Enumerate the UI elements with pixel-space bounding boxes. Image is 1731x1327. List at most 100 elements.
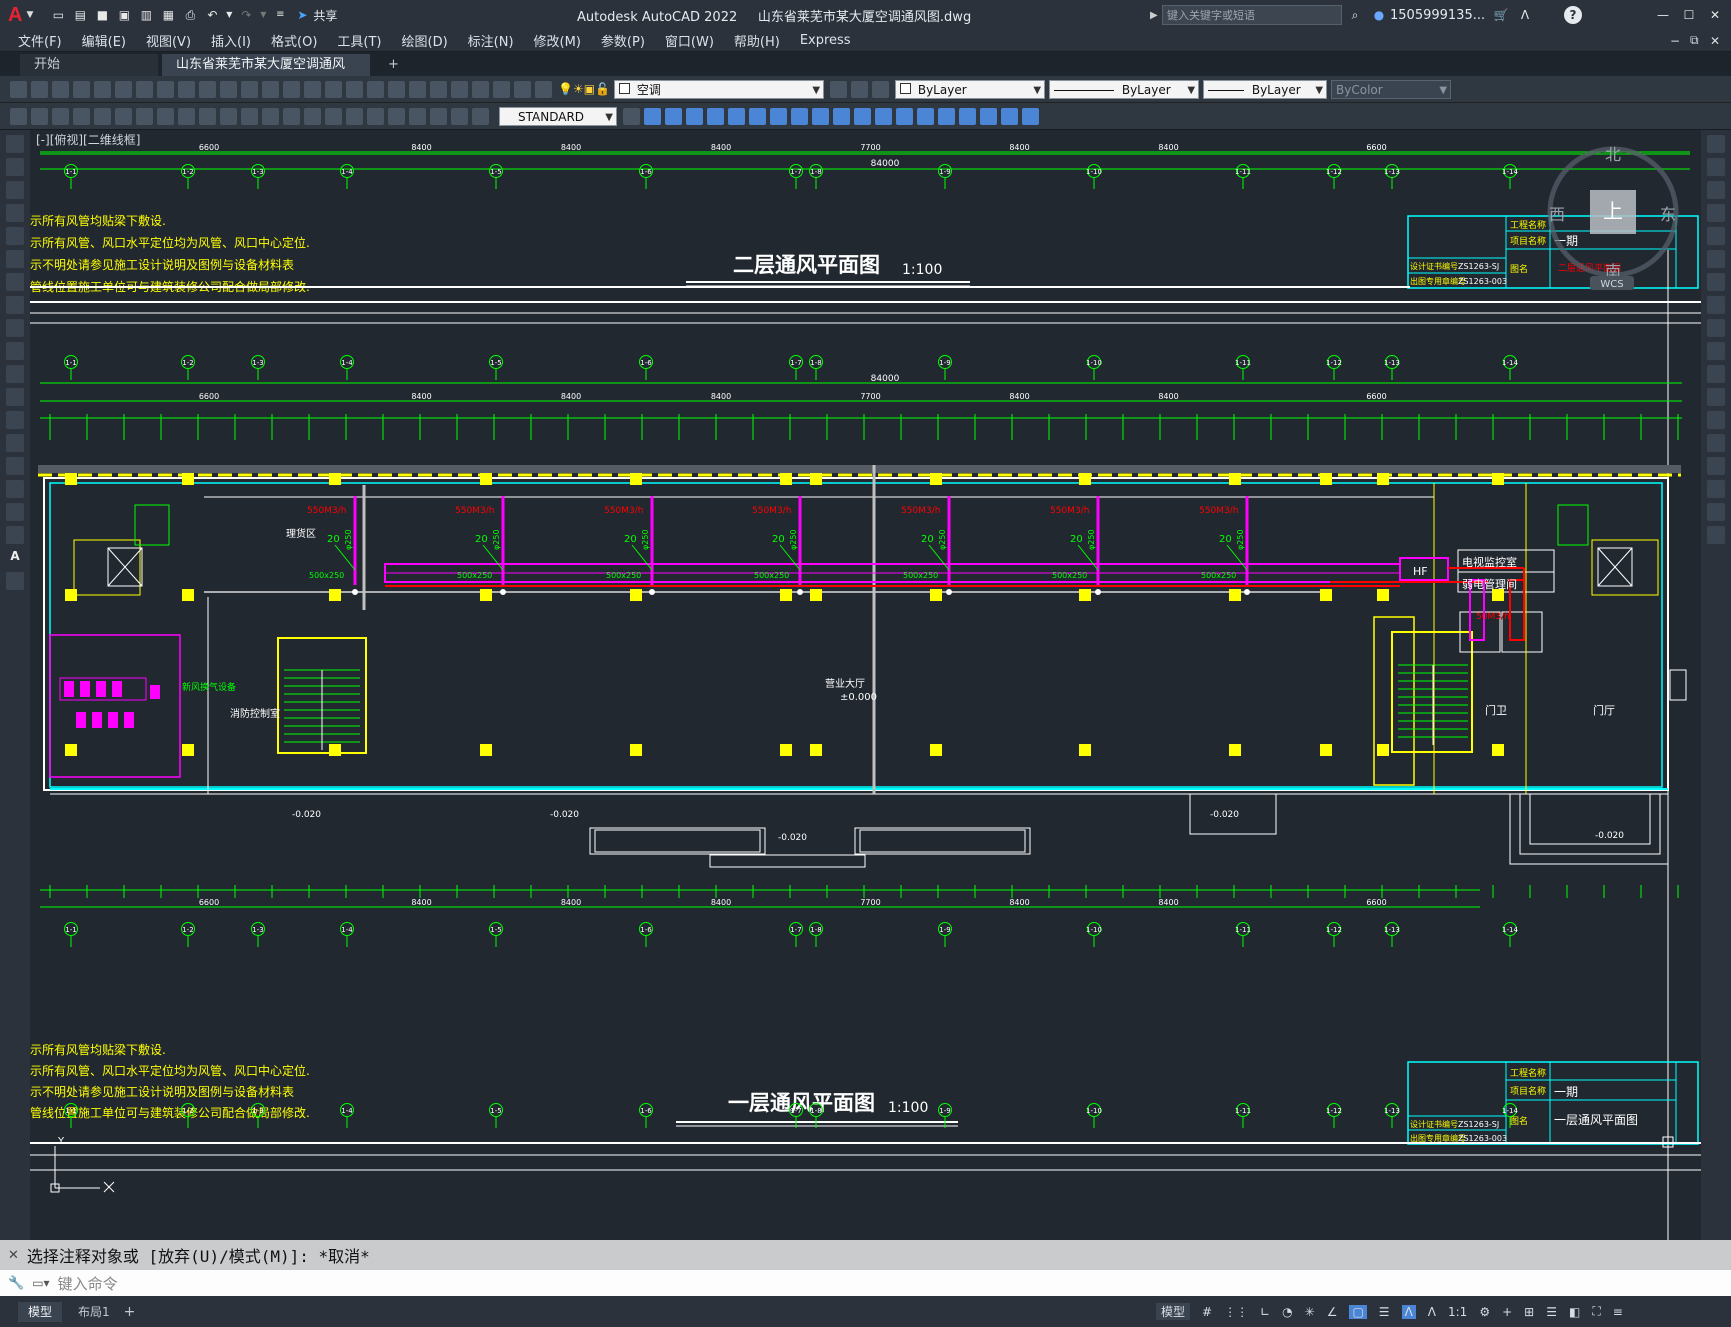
menu-insert[interactable]: 插入(I) bbox=[211, 31, 251, 50]
menu-draw[interactable]: 绘图(D) bbox=[402, 31, 448, 50]
r-blend-icon[interactable] bbox=[1707, 503, 1725, 521]
draw-circle-icon[interactable] bbox=[6, 273, 24, 291]
tb-make-current-icon[interactable] bbox=[830, 80, 848, 98]
redo-icon[interactable]: ↷ bbox=[237, 6, 255, 24]
tb-preview-icon[interactable] bbox=[94, 80, 111, 98]
inspect-icon[interactable] bbox=[388, 107, 405, 125]
color-dropdown[interactable]: ByLayer ▼ bbox=[895, 79, 1046, 99]
close-icon[interactable]: ✕ bbox=[1706, 6, 1724, 24]
r-extend-icon[interactable] bbox=[1707, 365, 1725, 383]
gradient-icon[interactable] bbox=[6, 480, 24, 498]
modify-copy-icon[interactable] bbox=[644, 107, 661, 125]
autocad-logo[interactable]: A bbox=[8, 4, 22, 27]
tb-new-icon[interactable] bbox=[10, 80, 27, 98]
user-name[interactable]: 1505999135... bbox=[1390, 8, 1485, 23]
drawing-canvas[interactable]: [-][俯视][二维线框] 6600 8400 8400 8400 7700 8400 84… bbox=[30, 130, 1701, 1240]
tb-toolpalettes-icon[interactable] bbox=[430, 80, 447, 98]
tb-sheetset-icon[interactable] bbox=[451, 80, 468, 98]
help-icon[interactable]: ? bbox=[1564, 6, 1582, 24]
viewcube-top-label[interactable]: 上 bbox=[1603, 199, 1623, 223]
modify-chamfer-icon[interactable] bbox=[896, 107, 913, 125]
r-explode-icon[interactable] bbox=[1707, 526, 1725, 544]
viewcube-west[interactable]: 西 bbox=[1549, 205, 1565, 224]
r-rotate-icon[interactable] bbox=[1707, 273, 1725, 291]
modify-mirror-icon[interactable] bbox=[665, 107, 682, 125]
dim-baseline-icon[interactable] bbox=[262, 107, 279, 125]
layout-tab-layout1[interactable]: 布局1 bbox=[68, 1302, 120, 1322]
table-icon[interactable] bbox=[6, 526, 24, 544]
osnap-icon[interactable]: ∠ bbox=[1327, 1305, 1338, 1319]
draw-ellipse-icon[interactable] bbox=[6, 342, 24, 360]
draw-revcloud-icon[interactable] bbox=[6, 296, 24, 314]
search-expand-icon[interactable]: ▶ bbox=[1150, 10, 1158, 21]
tb-help-icon[interactable] bbox=[514, 80, 531, 98]
lineweight-dropdown[interactable]: ByLayer ▼ bbox=[1203, 79, 1328, 99]
quick-props-icon[interactable]: ☰ bbox=[1546, 1305, 1557, 1319]
r-mirror-icon[interactable] bbox=[1707, 181, 1725, 199]
menu-view[interactable]: 视图(V) bbox=[146, 31, 191, 50]
tb-undo-icon[interactable] bbox=[262, 80, 279, 98]
tb-calc-icon[interactable] bbox=[493, 80, 510, 98]
dim-update-icon[interactable] bbox=[472, 107, 489, 125]
point-icon[interactable] bbox=[6, 434, 24, 452]
region-icon[interactable] bbox=[6, 503, 24, 521]
r-break-point-icon[interactable] bbox=[1707, 388, 1725, 406]
r-fillet-icon[interactable] bbox=[1707, 480, 1725, 498]
dim-jogged-icon[interactable] bbox=[178, 107, 195, 125]
command-recent-icon[interactable]: ▭▾ bbox=[32, 1276, 49, 1290]
draw-rectangle-icon[interactable] bbox=[6, 227, 24, 245]
user-icon[interactable]: ● bbox=[1370, 6, 1388, 24]
tb-blockeditor-icon[interactable] bbox=[241, 80, 258, 98]
dim-continue-icon[interactable] bbox=[283, 107, 300, 125]
menu-format[interactable]: 格式(O) bbox=[271, 31, 317, 50]
drawing-svg[interactable]: [-][俯视][二维线框] 6600 8400 8400 8400 7700 8400 84… bbox=[30, 130, 1701, 1240]
r-break-icon[interactable] bbox=[1707, 411, 1725, 429]
dim-edit-icon[interactable] bbox=[430, 107, 447, 125]
tb-tp2-icon[interactable] bbox=[31, 107, 48, 125]
tb-layer-previous-icon[interactable] bbox=[851, 80, 869, 98]
modify-join-icon[interactable] bbox=[875, 107, 892, 125]
modify-offset-icon[interactable] bbox=[686, 107, 703, 125]
command-line[interactable]: 🔧 ▭▾ 键入命令 bbox=[0, 1270, 1731, 1296]
layer-on-icon[interactable]: 💡 bbox=[558, 82, 573, 96]
isolate-objects-icon[interactable]: ◧ bbox=[1569, 1305, 1580, 1319]
draw-xline-icon[interactable] bbox=[6, 158, 24, 176]
modify-erase-icon[interactable] bbox=[959, 107, 976, 125]
auto-scale-icon[interactable]: ꓥ bbox=[1428, 1305, 1436, 1319]
menu-express[interactable]: Express bbox=[800, 33, 851, 48]
add-layout-button[interactable]: + bbox=[124, 1304, 136, 1320]
app-menu-chevron-icon[interactable]: ▼ bbox=[26, 10, 33, 20]
r-move-icon[interactable] bbox=[1707, 250, 1725, 268]
modify-extra2-icon[interactable] bbox=[1001, 107, 1018, 125]
dim-ordinate-icon[interactable] bbox=[136, 107, 153, 125]
annotation-visibility-icon[interactable]: ꓥ bbox=[1401, 1304, 1416, 1319]
menu-modify[interactable]: 修改(M) bbox=[534, 31, 581, 50]
share-icon[interactable]: ➤ bbox=[293, 6, 311, 24]
tb-save-icon[interactable] bbox=[52, 80, 69, 98]
plot-icon[interactable]: ⎙ bbox=[181, 6, 199, 24]
linetype-dropdown[interactable]: ByLayer ▼ bbox=[1049, 79, 1200, 99]
autodesk-app-icon[interactable]: ꓥ bbox=[1516, 6, 1534, 24]
dim-aligned-icon[interactable] bbox=[94, 107, 111, 125]
insert-block-icon[interactable] bbox=[6, 388, 24, 406]
r-array-icon[interactable] bbox=[1707, 227, 1725, 245]
cart-icon[interactable]: 🛒 bbox=[1492, 6, 1510, 24]
doc-close-icon[interactable]: ✕ bbox=[1710, 34, 1720, 48]
tb-properties-icon[interactable] bbox=[388, 80, 405, 98]
modify-break-icon[interactable] bbox=[854, 107, 871, 125]
transparency-icon[interactable]: ☰ bbox=[1379, 1305, 1390, 1319]
dim-linear-icon[interactable] bbox=[73, 107, 90, 125]
r-copy-icon[interactable] bbox=[1707, 158, 1725, 176]
osnap-track-icon[interactable]: ✳ bbox=[1305, 1305, 1315, 1319]
undo-icon[interactable]: ↶ bbox=[203, 6, 221, 24]
layer-freeze-icon[interactable]: ☀ bbox=[573, 82, 584, 96]
command-input[interactable]: 键入命令 bbox=[58, 1273, 118, 1294]
tb-zoom-window-icon[interactable] bbox=[346, 80, 363, 98]
menu-edit[interactable]: 编辑(E) bbox=[82, 31, 126, 50]
ortho-icon[interactable]: ∟ bbox=[1260, 1305, 1270, 1319]
tb-open-icon[interactable] bbox=[31, 80, 48, 98]
add-selected-icon[interactable] bbox=[6, 572, 24, 590]
doc-minimize-icon[interactable]: − bbox=[1670, 34, 1680, 48]
tb-layer-state-icon[interactable] bbox=[872, 80, 890, 98]
tb-paste-icon[interactable] bbox=[199, 80, 216, 98]
